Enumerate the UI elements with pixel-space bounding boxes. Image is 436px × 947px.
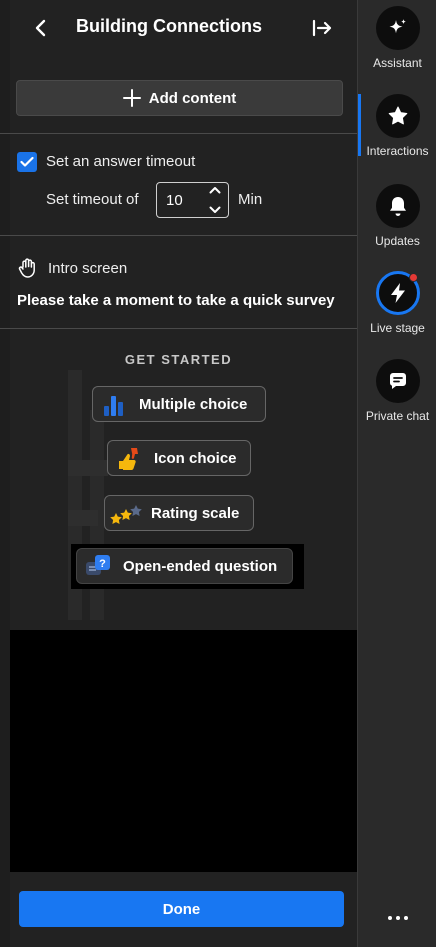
sidebar-item-label: Live stage bbox=[370, 321, 425, 335]
divider bbox=[0, 328, 357, 329]
sidebar-item-updates[interactable]: Updates bbox=[358, 184, 436, 248]
back-button[interactable] bbox=[28, 14, 52, 42]
chevron-up-icon bbox=[209, 187, 221, 194]
decrement-button[interactable] bbox=[209, 206, 221, 214]
updates-button-circle bbox=[375, 184, 420, 228]
panel-edge bbox=[0, 0, 10, 947]
done-label: Done bbox=[162, 900, 201, 918]
sidebar-item-label: Interactions bbox=[366, 144, 429, 158]
sidebar-item-label: Private chat bbox=[365, 409, 430, 423]
bell-icon bbox=[389, 197, 406, 216]
chevron-down-icon bbox=[209, 206, 221, 213]
interactions-button-circle bbox=[375, 94, 420, 138]
intro-screen-label: Intro screen bbox=[48, 260, 128, 277]
panel-header: Building Connections bbox=[0, 0, 357, 56]
sparkle-icon bbox=[389, 19, 406, 34]
divider bbox=[0, 133, 357, 134]
get-started-heading: GET STARTED bbox=[124, 352, 233, 367]
svg-text:?: ? bbox=[99, 558, 106, 570]
assistant-button-circle bbox=[375, 6, 420, 50]
thumbs-icon bbox=[112, 443, 146, 473]
add-content-label: Add content bbox=[148, 89, 237, 107]
arrow-right-bar-icon bbox=[312, 19, 332, 37]
checkmark-icon bbox=[20, 156, 34, 167]
collapse-panel-button[interactable] bbox=[308, 14, 336, 42]
sidebar-item-label: Assistant bbox=[373, 56, 422, 70]
sidebar-item-assistant[interactable]: Assistant bbox=[358, 6, 436, 70]
star-icon bbox=[388, 106, 407, 125]
add-content-button[interactable]: Add content bbox=[16, 80, 343, 116]
rating-scale-label: Rating scale bbox=[151, 504, 240, 522]
question-bubble-icon: ? bbox=[81, 551, 115, 581]
notification-dot bbox=[408, 273, 418, 282]
multiple-choice-button[interactable]: Multiple choice bbox=[92, 386, 266, 422]
timeout-stepper bbox=[208, 186, 222, 214]
increment-button[interactable] bbox=[209, 186, 221, 194]
icon-choice-button[interactable]: Icon choice bbox=[107, 440, 251, 476]
page-title: Building Connections bbox=[76, 16, 262, 36]
empty-preview-area bbox=[10, 630, 357, 872]
more-dot bbox=[396, 916, 400, 920]
intro-screen-text[interactable]: Please take a moment to take a quick sur… bbox=[17, 292, 335, 309]
sidebar-item-live-stage[interactable]: Live stage bbox=[358, 271, 436, 335]
answer-timeout-checkbox[interactable] bbox=[17, 152, 37, 172]
done-button[interactable]: Done bbox=[19, 891, 344, 927]
more-dot bbox=[388, 916, 392, 920]
answer-timeout-label: Set an answer timeout bbox=[46, 153, 196, 170]
waving-hand-icon bbox=[18, 258, 35, 278]
chat-icon bbox=[389, 373, 406, 389]
sidebar-item-label: Updates bbox=[375, 234, 420, 248]
interactions-panel: Building Connections Add content Set an … bbox=[0, 0, 357, 947]
timeout-unit-label: Min bbox=[238, 191, 263, 208]
open-ended-question-button[interactable]: ? Open-ended question bbox=[76, 548, 293, 584]
more-dot bbox=[404, 916, 408, 920]
live-stage-button-circle bbox=[375, 271, 420, 315]
right-sidebar: Assistant Interactions Updates Live stag… bbox=[357, 0, 436, 947]
multiple-choice-label: Multiple choice bbox=[139, 395, 248, 413]
plus-icon bbox=[122, 89, 141, 107]
timeout-value-input[interactable]: 10 bbox=[156, 182, 229, 218]
more-options-button[interactable] bbox=[378, 908, 418, 928]
timeout-prefix-label: Set timeout of bbox=[46, 191, 139, 208]
private-chat-button-circle bbox=[375, 359, 420, 403]
lightning-icon bbox=[390, 283, 405, 303]
divider bbox=[0, 235, 357, 236]
icon-choice-label: Icon choice bbox=[154, 449, 237, 467]
open-ended-question-label: Open-ended question bbox=[123, 557, 278, 575]
rating-scale-button[interactable]: Rating scale bbox=[104, 495, 254, 531]
bar-chart-icon bbox=[97, 389, 131, 419]
sidebar-item-private-chat[interactable]: Private chat bbox=[358, 359, 436, 423]
sidebar-item-interactions[interactable]: Interactions bbox=[358, 94, 436, 158]
chevron-left-icon bbox=[35, 19, 46, 37]
stars-icon bbox=[109, 498, 143, 528]
timeout-value: 10 bbox=[166, 191, 183, 209]
